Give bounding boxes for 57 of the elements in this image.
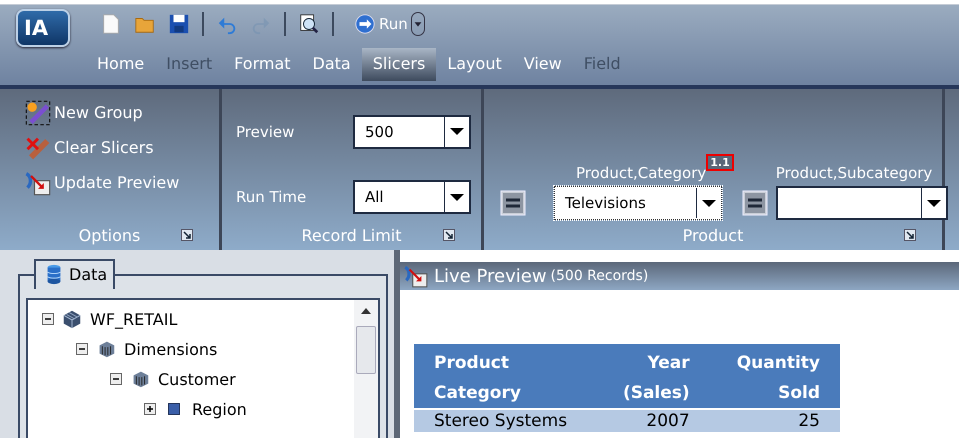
field-label: Preview xyxy=(236,122,296,141)
ribbon-tab[interactable]: Home xyxy=(86,48,156,81)
tree-item[interactable]: WF_RETAIL xyxy=(42,304,354,334)
badge: 1.1 xyxy=(706,154,734,171)
dialog-launcher-icon[interactable] xyxy=(181,229,193,241)
tree-item[interactable]: Dimensions xyxy=(76,334,354,364)
group-title: Record Limit xyxy=(301,226,402,244)
toolbar-button[interactable]: Clear Slicers xyxy=(24,132,180,163)
field-label: Run Time xyxy=(236,188,308,206)
toolbar-button[interactable]: Update Preview xyxy=(24,167,180,198)
scrollbar[interactable] xyxy=(354,300,378,438)
toolbar-button[interactable]: New Group xyxy=(24,97,180,128)
panel-tab[interactable]: Data xyxy=(34,259,116,289)
tree-item[interactable]: Customer xyxy=(110,364,354,394)
dropdown-field[interactable]: Televisions xyxy=(554,186,722,220)
caret-icon xyxy=(450,194,464,201)
scroll-thumb[interactable] xyxy=(356,326,376,374)
dropdown-field[interactable]: 500 xyxy=(353,114,471,149)
run-button[interactable]: Run xyxy=(354,12,425,36)
record-count: (500 Records) xyxy=(550,268,648,284)
ribbon-tab[interactable]: Layout xyxy=(436,48,513,81)
column-header: Product Category xyxy=(414,344,597,409)
ribbon-tab[interactable]: Slicers xyxy=(362,48,436,81)
document-icon[interactable] xyxy=(100,12,122,36)
column-header: Quantity Sold xyxy=(710,344,840,409)
dropdown-field[interactable]: All xyxy=(353,180,471,214)
slicer-label: Product,Category xyxy=(576,164,706,182)
list-icon[interactable] xyxy=(500,190,526,216)
table-cell: 25 xyxy=(710,409,840,432)
column-header: Year (Sales) xyxy=(596,344,710,409)
app-logo[interactable]: IA xyxy=(16,9,70,47)
caret-icon xyxy=(926,200,941,206)
collapse-icon[interactable] xyxy=(110,373,122,385)
up-arrow-icon[interactable] xyxy=(361,306,371,314)
caret-icon[interactable] xyxy=(410,12,425,36)
expand-icon[interactable] xyxy=(144,403,156,415)
tree-item[interactable]: Region xyxy=(144,394,354,424)
ribbon-tab[interactable]: Data xyxy=(302,48,362,81)
dialog-launcher-icon[interactable] xyxy=(904,229,916,241)
ribbon-tab[interactable]: View xyxy=(512,48,573,81)
group-title: Product xyxy=(682,226,744,244)
ribbon-tab[interactable]: Format xyxy=(223,48,302,81)
preview-title: Live Preview xyxy=(434,266,547,286)
group-title: Options xyxy=(78,226,140,244)
magnifier-document-icon[interactable] xyxy=(298,12,320,36)
arrow-circle-icon xyxy=(354,12,376,36)
collapse-icon[interactable] xyxy=(76,343,88,355)
dialog-launcher-icon[interactable] xyxy=(443,229,455,241)
list-icon[interactable] xyxy=(742,190,768,216)
slicer-label: Product,Subcategory xyxy=(776,164,932,182)
table-cell: 2007 xyxy=(596,409,710,432)
dropdown-field[interactable] xyxy=(776,186,948,220)
magic-wand-icon xyxy=(24,98,52,126)
caret-icon xyxy=(450,128,464,136)
collapse-icon[interactable] xyxy=(42,313,54,325)
caret-icon xyxy=(702,200,716,206)
table-cell: Stereo Systems xyxy=(414,409,597,432)
